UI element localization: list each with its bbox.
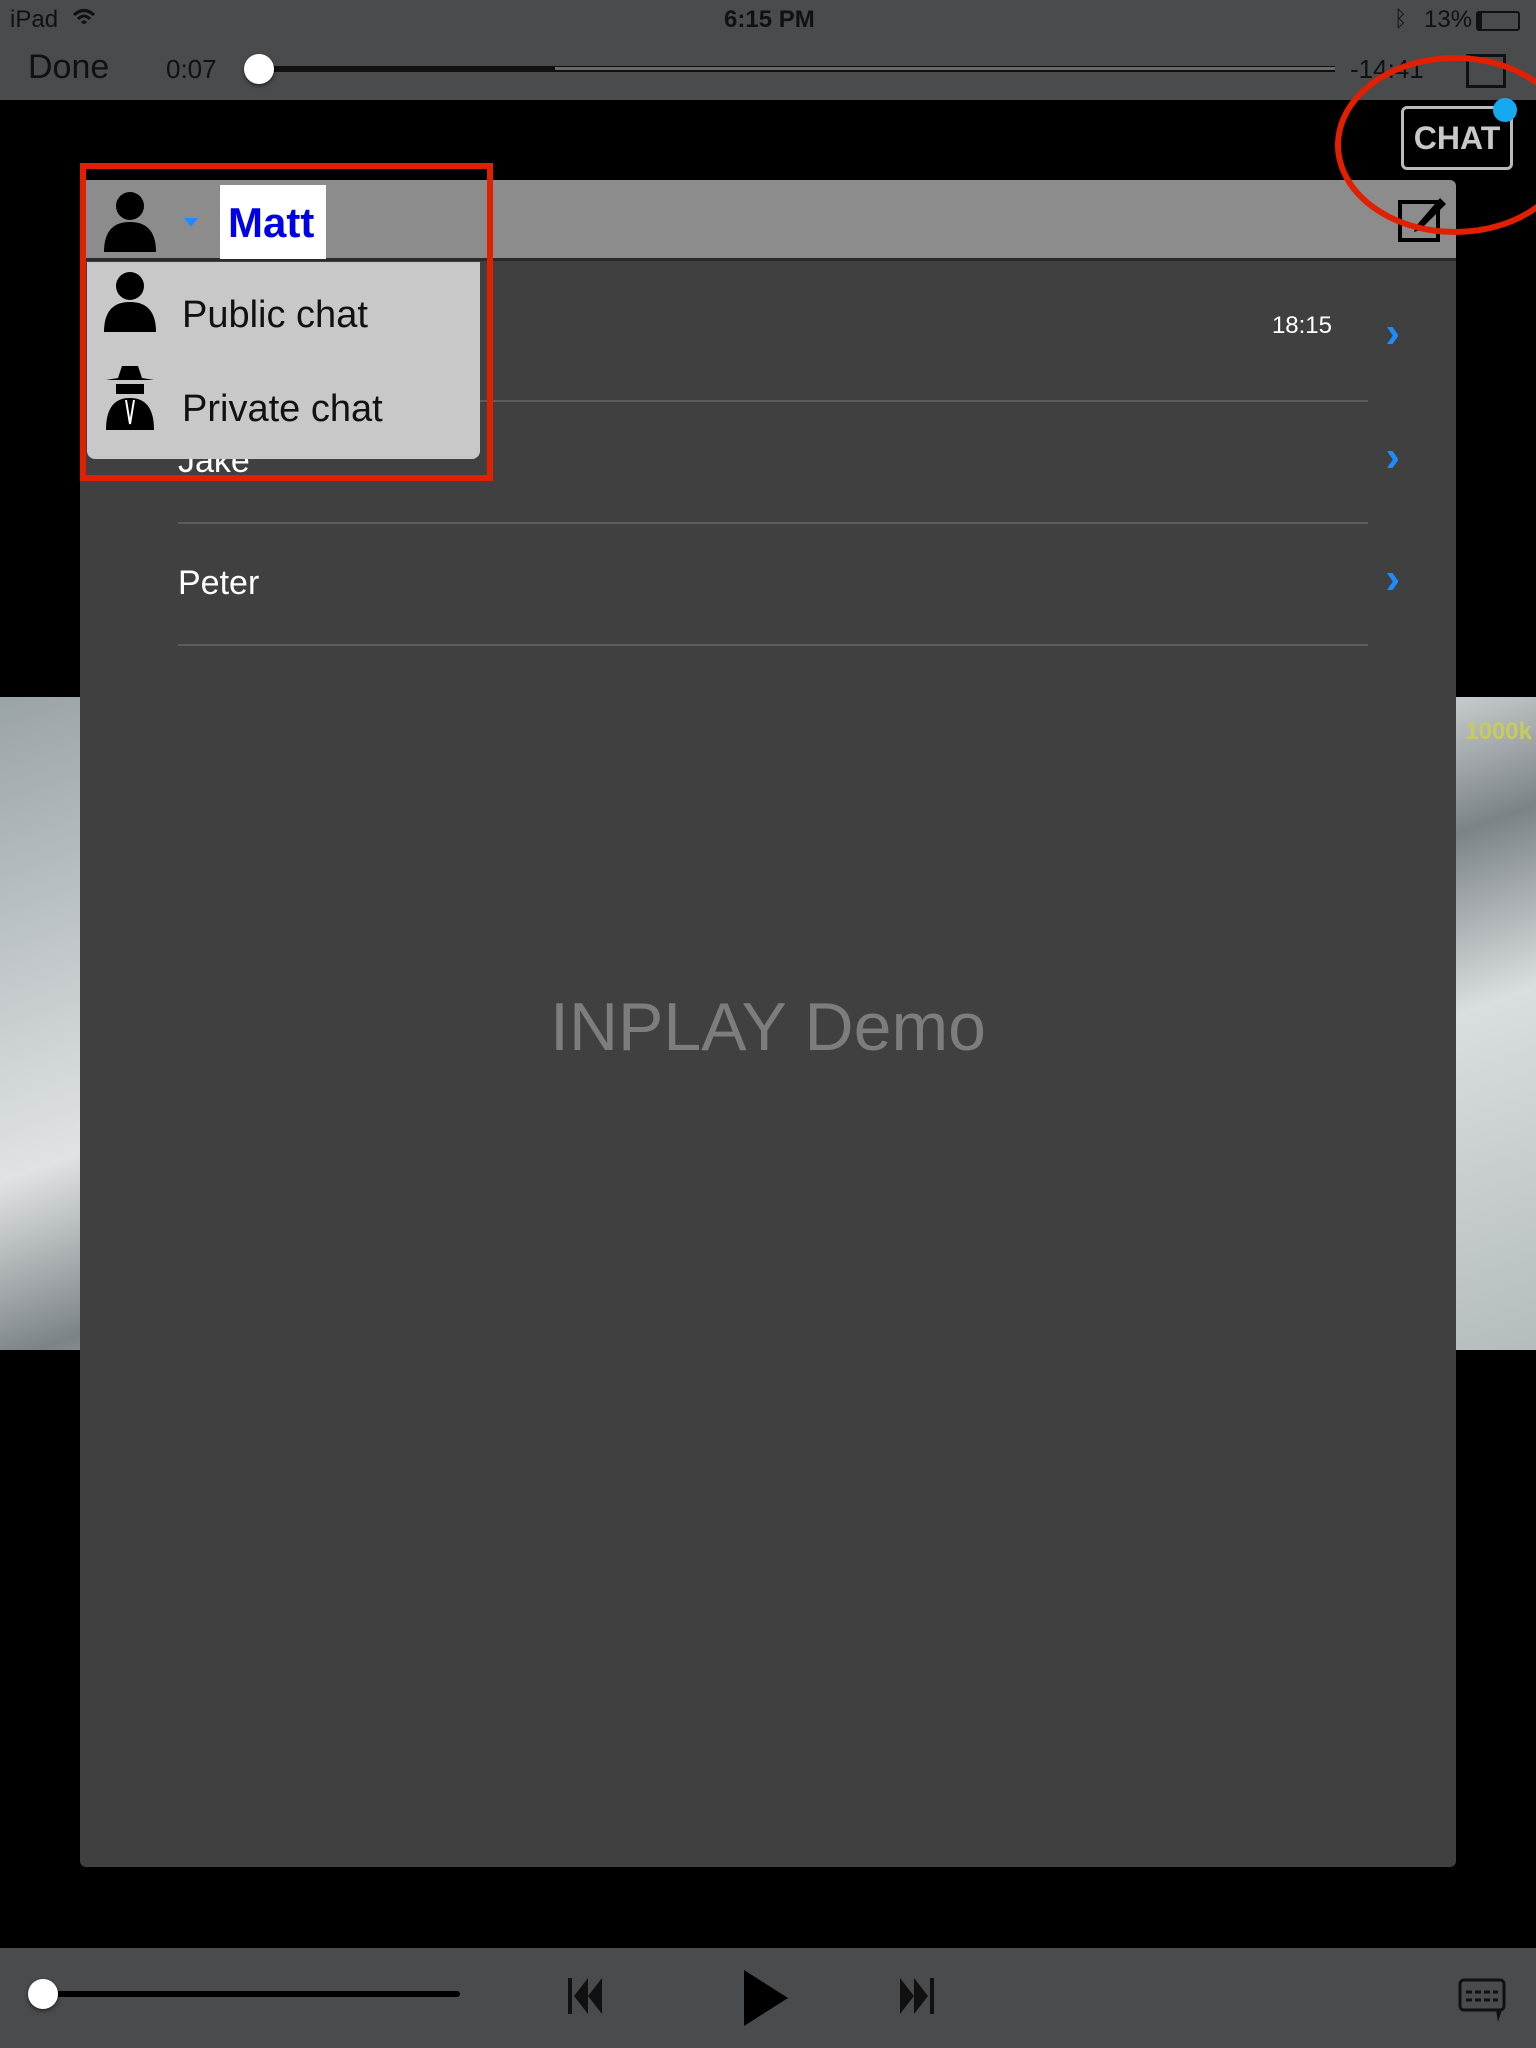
wifi-icon: [72, 9, 96, 25]
scrubber-knob[interactable]: [244, 54, 274, 84]
scrubber[interactable]: [245, 66, 1335, 72]
list-item[interactable]: Peter ›: [178, 524, 1400, 646]
timestamp: 18:15: [1271, 312, 1332, 339]
battery-icon: [1476, 11, 1520, 31]
skip-back-icon[interactable]: [568, 1976, 638, 2016]
chevron-right-icon: ›: [1385, 308, 1400, 357]
volume-slider[interactable]: [40, 1991, 460, 1997]
volume-knob[interactable]: [28, 1979, 58, 2009]
bitrate-overlay: 1000k: [1465, 718, 1532, 745]
subtitles-icon[interactable]: [1458, 1978, 1508, 2024]
chevron-right-icon: ›: [1385, 554, 1400, 603]
play-icon[interactable]: [742, 1968, 792, 2028]
elapsed-time: 0:07: [166, 54, 217, 84]
watermark: INPLAY Demo: [550, 989, 986, 1065]
annotation-box: [80, 163, 493, 481]
clock: 6:15 PM: [724, 6, 815, 33]
device-label: iPad: [10, 6, 59, 33]
done-button[interactable]: Done: [28, 48, 109, 87]
battery-percent: 13%: [1424, 6, 1473, 33]
skip-forward-icon[interactable]: [900, 1976, 970, 2016]
chevron-right-icon: ›: [1385, 432, 1400, 481]
playback-controls: [0, 1948, 1536, 2048]
bluetooth-icon: ᛒ: [1394, 6, 1408, 31]
status-bar: iPad 6:15 PM ᛒ 13% Done 0:07 -14:41: [0, 0, 1536, 100]
